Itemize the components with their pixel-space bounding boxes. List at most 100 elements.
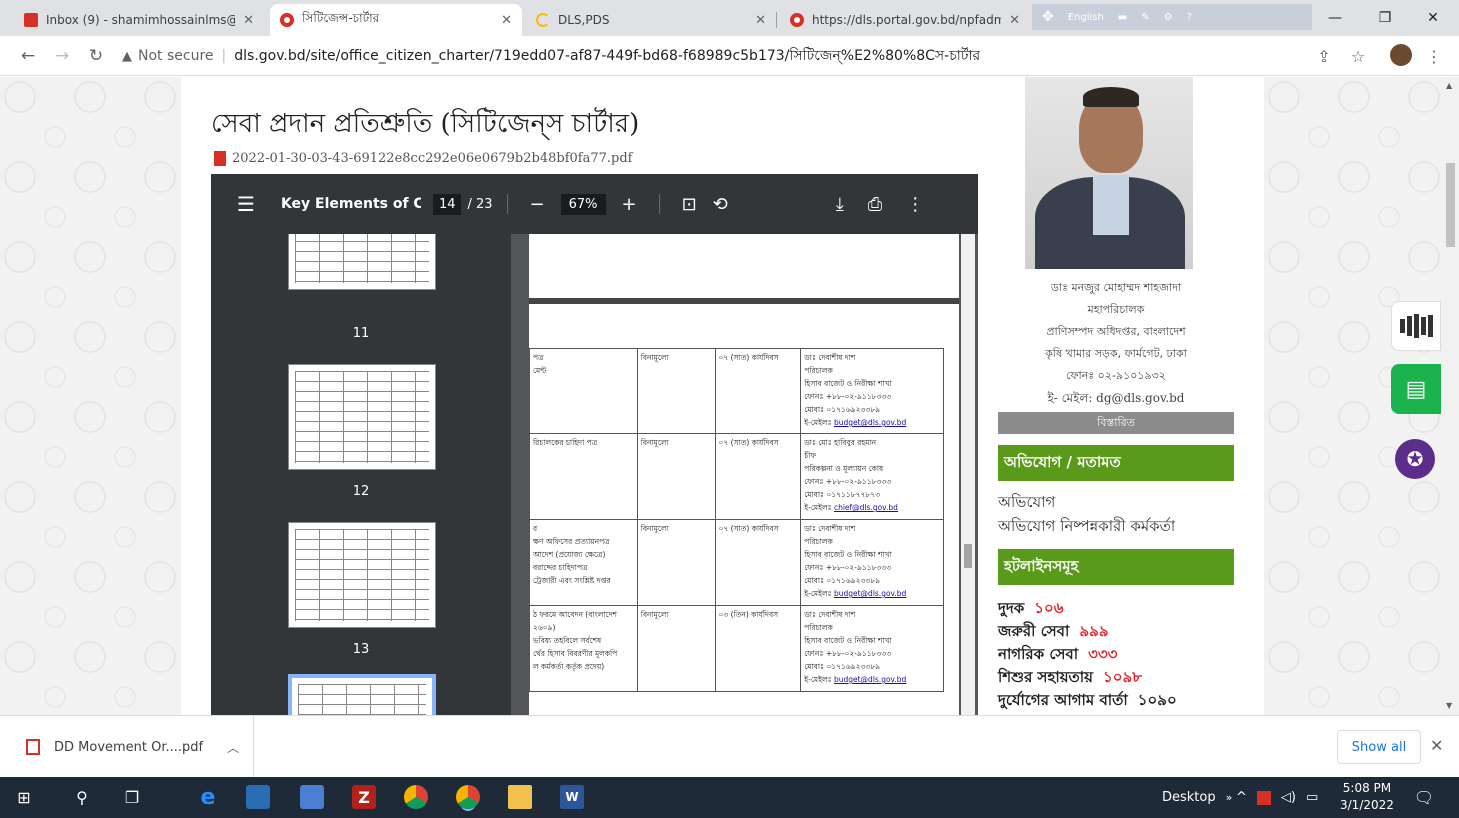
- page-number-input[interactable]: 14: [432, 193, 462, 215]
- desktop-toolbar[interactable]: Desktop »: [1162, 777, 1232, 818]
- hotline-label: জরুরী সেবা: [998, 622, 1070, 640]
- search-icon[interactable]: ⚲: [70, 785, 94, 809]
- bookmark-star-icon[interactable]: ☆: [1346, 44, 1370, 68]
- print-icon[interactable]: ⎙: [868, 194, 882, 215]
- accessibility-button[interactable]: ✪: [1395, 439, 1435, 479]
- ime-tool-icon[interactable]: ✎: [1141, 12, 1149, 23]
- show-all-button[interactable]: Show all: [1337, 730, 1421, 764]
- tab-gmail[interactable]: Inbox (9) - shamimhossainlms@ ✕: [14, 4, 264, 36]
- task-view-icon[interactable]: ❐: [120, 785, 144, 809]
- hamburger-menu-icon[interactable]: ☰: [237, 192, 255, 216]
- chevron-up-icon[interactable]: ︿: [227, 739, 239, 756]
- zoom-level-input[interactable]: 67%: [560, 193, 606, 215]
- download-icon[interactable]: ⤓: [836, 194, 844, 215]
- close-icon[interactable]: ✕: [1430, 736, 1443, 755]
- fit-page-icon[interactable]: ⊡: [682, 194, 697, 215]
- close-window-icon[interactable]: ✕: [1410, 0, 1456, 36]
- clock-time[interactable]: 5:08 PM: [1340, 780, 1394, 797]
- email-link[interactable]: budget@dls.gov.bd: [834, 675, 906, 684]
- email-link[interactable]: budget@dls.gov.bd: [834, 589, 906, 598]
- move-handle-icon[interactable]: ✥: [1042, 9, 1054, 25]
- close-icon[interactable]: ✕: [1009, 13, 1020, 28]
- menu-kebab-icon[interactable]: ⋮: [1422, 44, 1446, 68]
- pdf-reader-tray-icon[interactable]: [1256, 790, 1271, 805]
- scroll-down-icon[interactable]: ▼: [1446, 701, 1452, 710]
- close-icon[interactable]: ✕: [755, 13, 766, 28]
- hotline-item[interactable]: নাগরিক সেবা ৩৩৩: [998, 643, 1117, 668]
- hotline-number[interactable]: ১০৯০: [1138, 691, 1177, 709]
- ime-language-bar[interactable]: ✥ English ▬ ✎ ⚙ ?: [1032, 4, 1312, 30]
- forward-icon[interactable]: →: [50, 44, 74, 68]
- share-icon[interactable]: ⇪: [1312, 44, 1336, 68]
- download-filename[interactable]: DD Movement Or....pdf: [54, 740, 203, 755]
- zoom-out-icon[interactable]: −: [530, 194, 545, 215]
- email-link[interactable]: budget@dls.gov.bd: [834, 418, 906, 427]
- address-bar[interactable]: ▲ Not secure | dls.gov.bd/site/office_ci…: [122, 41, 1392, 71]
- pdf-file-link[interactable]: 2022-01-30-03-43-69122e8cc292e06e0679b2b…: [214, 151, 632, 166]
- download-item[interactable]: DD Movement Or....pdf ︿: [12, 716, 254, 778]
- reload-icon[interactable]: ↻: [84, 44, 108, 68]
- chrome-active-icon[interactable]: [456, 785, 480, 809]
- warning-icon[interactable]: ▲: [122, 49, 132, 64]
- ime-settings-icon[interactable]: ⚙: [1164, 12, 1173, 23]
- ime-mode-icon[interactable]: ▬: [1118, 12, 1127, 23]
- page-scrollbar[interactable]: ▲ ▼: [1442, 77, 1459, 715]
- minimize-icon[interactable]: —: [1312, 0, 1358, 36]
- chevron-up-icon[interactable]: ^: [1236, 790, 1247, 805]
- tab-dls-pds[interactable]: DLS,PDS ✕: [526, 4, 776, 36]
- complaint-link[interactable]: অভিযোগ: [998, 491, 1055, 516]
- mail-app-icon[interactable]: [300, 785, 324, 809]
- back-icon[interactable]: ←: [16, 44, 40, 68]
- expand-icon[interactable]: »: [1226, 791, 1233, 804]
- hotline-item[interactable]: দুদক ১০৬: [998, 597, 1064, 622]
- notification-icon[interactable]: 🗨: [1412, 785, 1436, 809]
- scrollbar-thumb[interactable]: [964, 544, 972, 568]
- hotline-number[interactable]: ৯৯৯: [1079, 622, 1108, 640]
- hotline-number[interactable]: ৩৩৩: [1088, 645, 1117, 663]
- close-icon[interactable]: ✕: [243, 13, 254, 28]
- clock-date[interactable]: 3/1/2022: [1340, 797, 1394, 814]
- scrollbar-thumb[interactable]: [1446, 163, 1455, 247]
- site-favicon-icon: [790, 13, 804, 27]
- pdf-scrollbar[interactable]: [961, 234, 975, 715]
- network-icon[interactable]: ▭: [1306, 790, 1318, 805]
- page-thumbnail[interactable]: [288, 522, 436, 628]
- pdf-filename[interactable]: 2022-01-30-03-43-69122e8cc292e06e0679b2b…: [232, 151, 632, 166]
- hotline-item[interactable]: দুর্যোগের আগাম বার্তা ১০৯০: [998, 689, 1177, 714]
- hotline-number[interactable]: ১০৯৮: [1103, 668, 1142, 686]
- security-label[interactable]: Not secure: [138, 48, 214, 64]
- more-options-icon[interactable]: ⋮: [906, 194, 924, 215]
- details-button[interactable]: বিস্তারিত: [998, 412, 1234, 434]
- hotline-item[interactable]: শিশুর সহায়তায় ১০৯৮: [998, 666, 1142, 691]
- word-icon[interactable]: W: [560, 785, 584, 809]
- chat-button[interactable]: ▤: [1391, 364, 1441, 414]
- grievance-officer-link[interactable]: অভিযোগ নিষ্পন্নকারী কর্মকর্তা: [998, 515, 1175, 540]
- ime-language-label[interactable]: English: [1068, 12, 1104, 23]
- windows-start-icon[interactable]: ⊞: [12, 785, 36, 809]
- app-icon[interactable]: [246, 785, 270, 809]
- close-icon[interactable]: ✕: [501, 13, 512, 28]
- chrome-icon[interactable]: [404, 785, 428, 809]
- filezilla-icon[interactable]: Z: [352, 785, 376, 809]
- clock[interactable]: 5:08 PM 3/1/2022: [1340, 780, 1394, 814]
- email-link[interactable]: chief@dls.gov.bd: [834, 503, 898, 512]
- tab-dls-portal[interactable]: https://dls.portal.gov.bd/npfadm ✕: [780, 4, 1030, 36]
- edge-icon[interactable]: e: [196, 785, 220, 810]
- ime-help-icon[interactable]: ?: [1187, 12, 1192, 23]
- volume-icon[interactable]: ◁): [1281, 790, 1296, 805]
- desktop-label[interactable]: Desktop: [1162, 790, 1216, 805]
- analytics-button[interactable]: [1391, 301, 1441, 351]
- page-thumbnail[interactable]: [288, 364, 436, 470]
- hotline-number[interactable]: ১০৬: [1034, 599, 1063, 617]
- tab-citizen-charter[interactable]: সিটিজেন্স-চার্টার ✕: [270, 4, 522, 36]
- page-thumbnail-selected[interactable]: [288, 674, 436, 715]
- zoom-in-icon[interactable]: +: [622, 194, 637, 215]
- profile-avatar[interactable]: [1390, 44, 1412, 66]
- url-text[interactable]: dls.gov.bd/site/office_citizen_charter/7…: [234, 44, 980, 68]
- rotate-icon[interactable]: ⟲: [713, 194, 728, 215]
- restore-icon[interactable]: ❐: [1362, 0, 1408, 36]
- hotline-item[interactable]: জরুরী সেবা ৯৯৯: [998, 620, 1109, 645]
- page-thumbnail[interactable]: [288, 234, 436, 290]
- file-explorer-icon[interactable]: [508, 785, 532, 809]
- scroll-up-icon[interactable]: ▲: [1446, 81, 1452, 90]
